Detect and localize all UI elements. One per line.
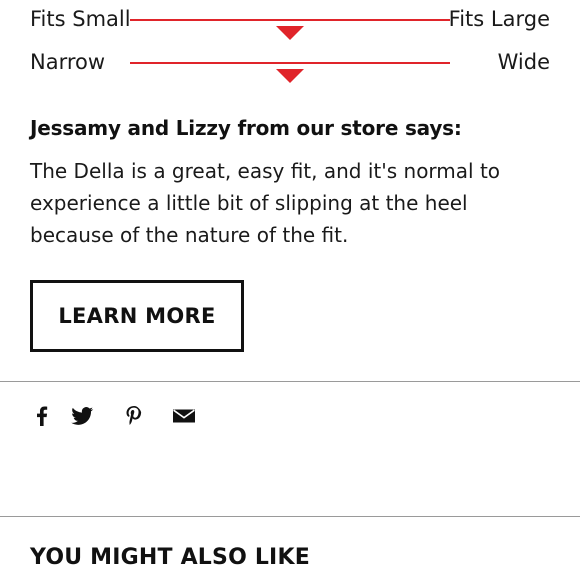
fit-scale-size-left-label: Fits Small <box>30 7 131 31</box>
store-note-heading: Jessamy and Lizzy from our store says: <box>30 116 462 140</box>
email-icon[interactable] <box>170 402 198 430</box>
pinterest-icon[interactable] <box>120 402 148 430</box>
fit-scale-width-track <box>130 62 450 83</box>
divider <box>0 381 580 382</box>
store-note-body: The Della is a great, easy fit, and it's… <box>30 159 501 247</box>
divider <box>0 516 580 517</box>
fit-scale-width-marker <box>276 69 304 83</box>
fit-scale-size-track <box>130 19 450 40</box>
fit-scale-width: Narrow Wide <box>0 48 580 83</box>
fit-scale-size-right-label: Fits Large <box>448 7 550 31</box>
product-fit-page: Fits Small Fits Large Narrow Wide Jessam… <box>0 0 580 580</box>
fit-scale-width-left-label: Narrow <box>30 50 106 74</box>
related-products-heading: YOU MIGHT ALSO LIKE <box>30 545 310 570</box>
fit-scale-size-marker <box>276 26 304 40</box>
twitter-icon[interactable] <box>68 402 96 430</box>
facebook-icon[interactable] <box>28 402 56 430</box>
fit-scale-size: Fits Small Fits Large <box>0 5 580 40</box>
fit-scale-width-right-label: Wide <box>497 50 550 74</box>
learn-more-button[interactable]: LEARN MORE <box>30 280 244 352</box>
